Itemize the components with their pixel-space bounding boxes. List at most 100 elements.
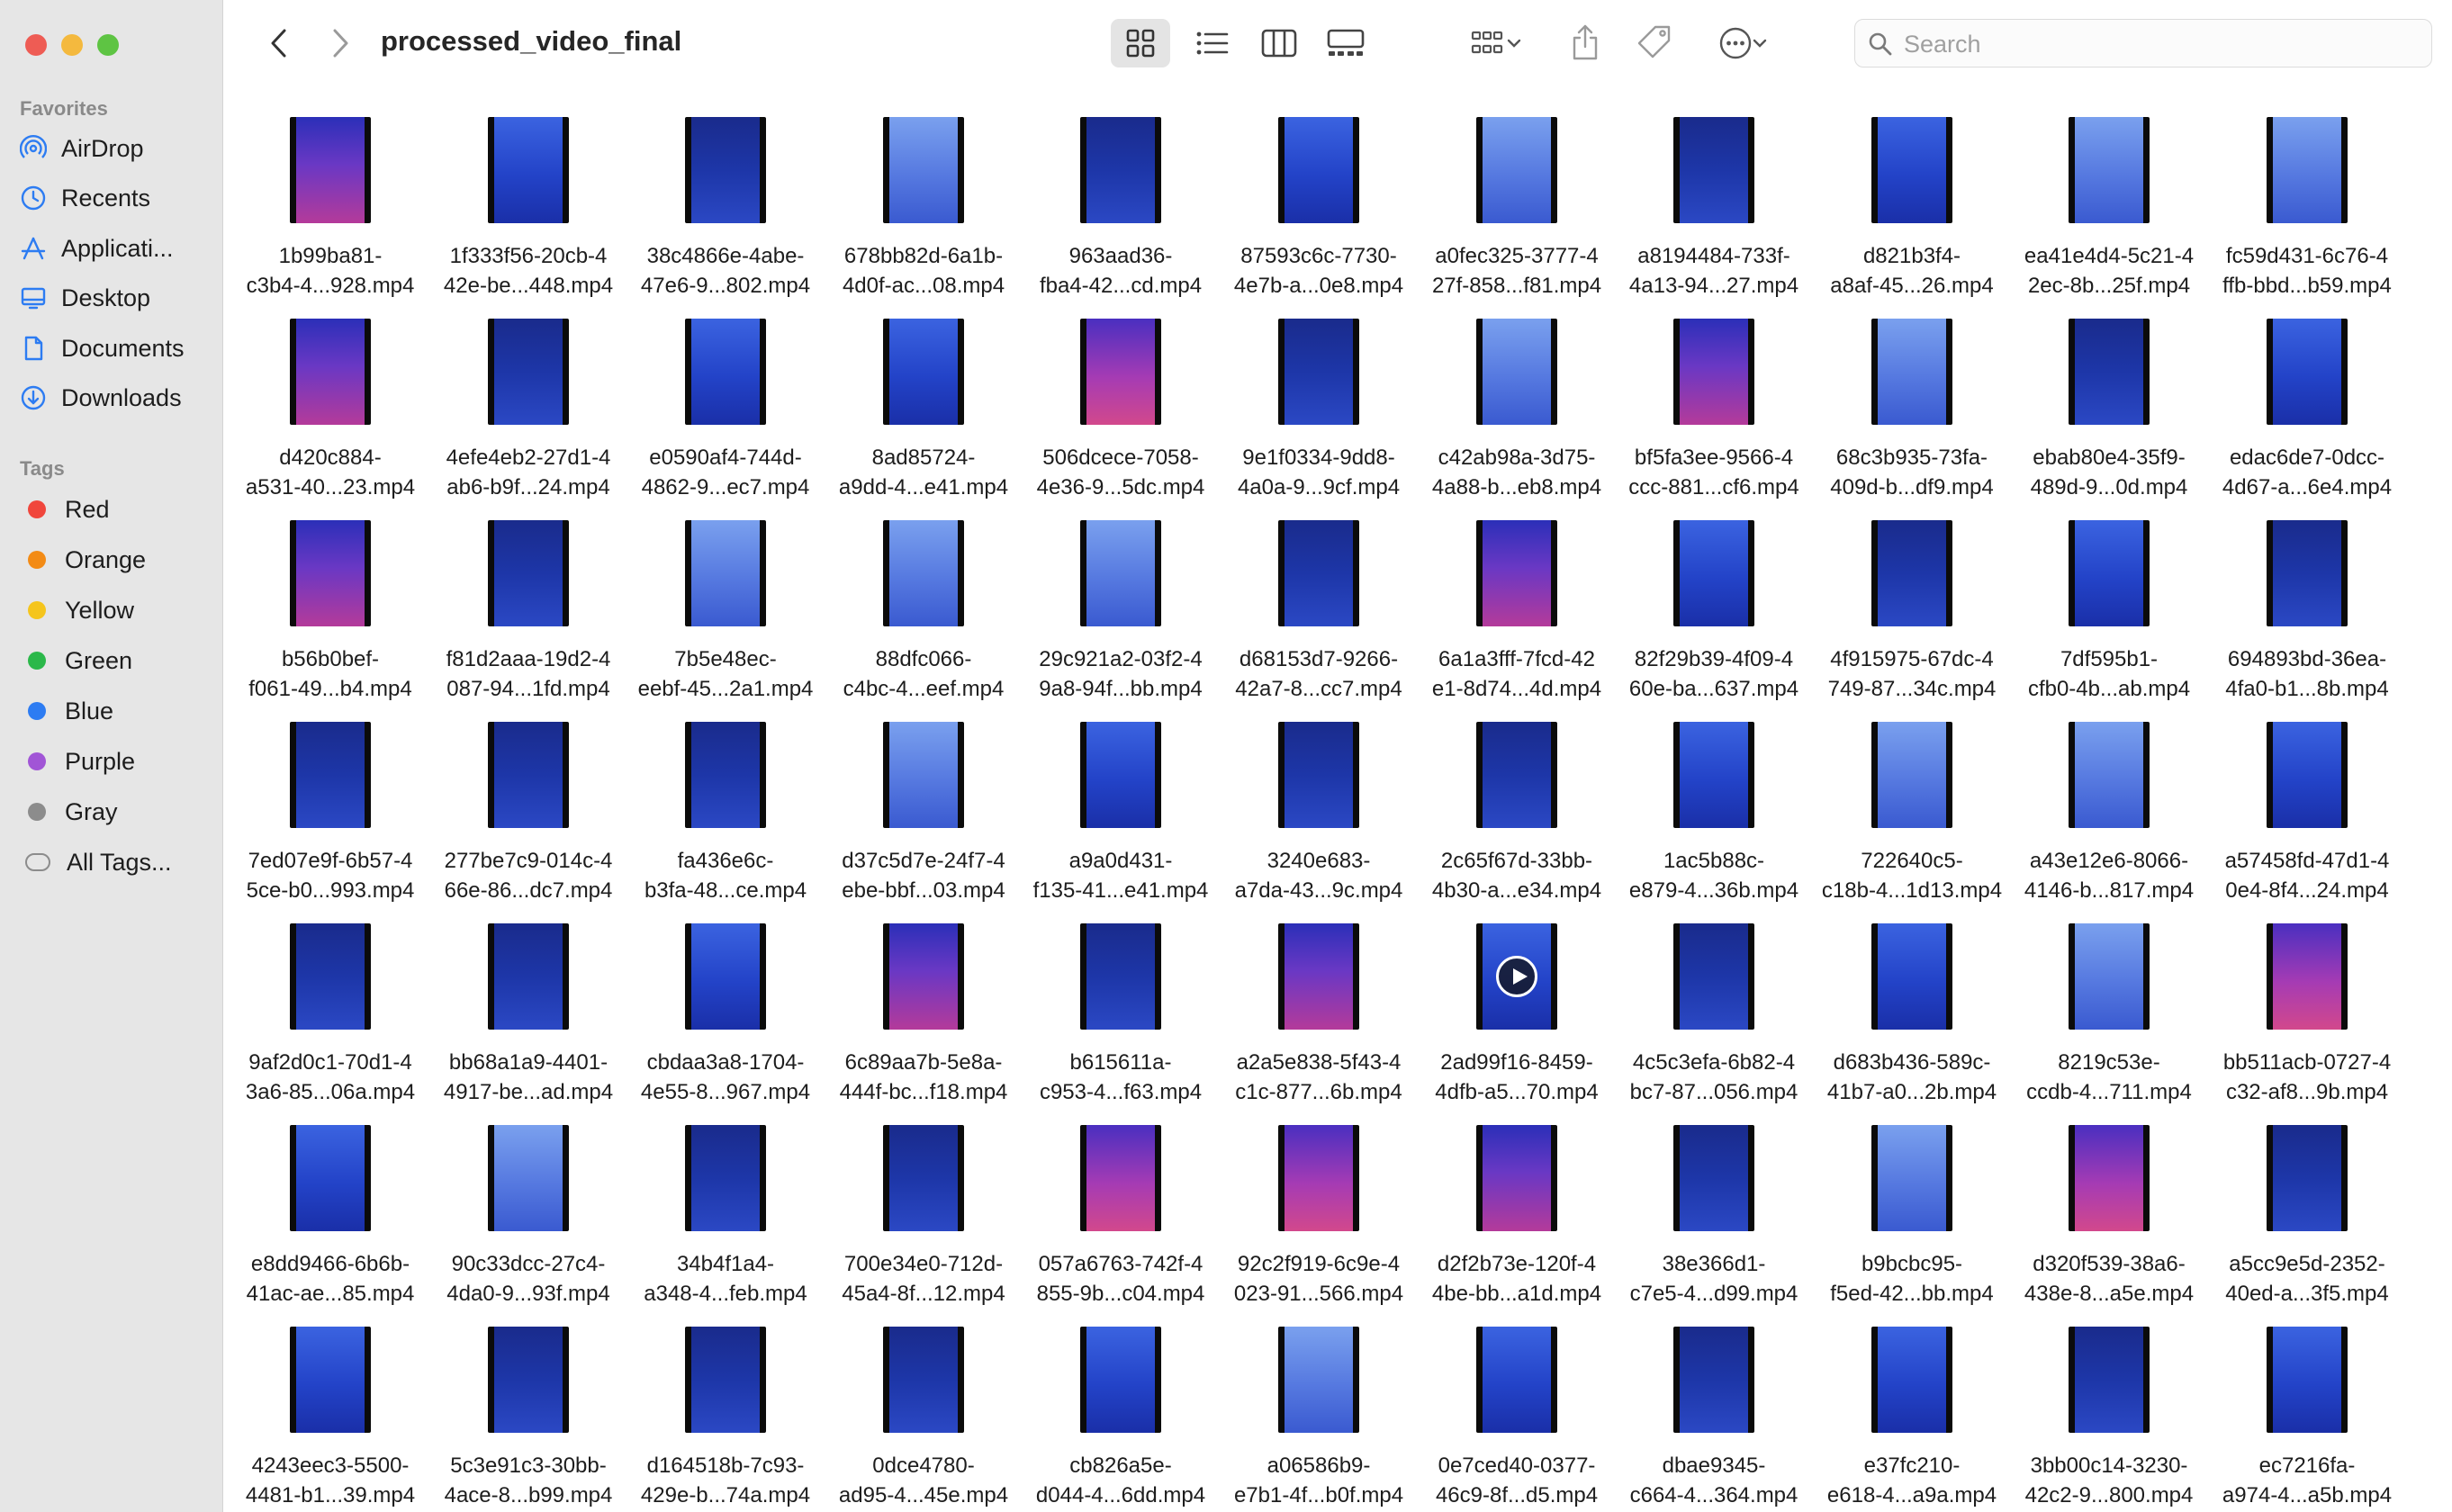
group-by-button[interactable] <box>1458 19 1534 68</box>
sidebar-tag-gray[interactable]: Gray <box>18 791 212 832</box>
sidebar-item-airdrop[interactable]: AirDrop <box>18 128 212 169</box>
forward-button[interactable] <box>320 23 360 63</box>
file-item[interactable]: 68c3b935-73fa- 409d-b...df9.mp4 <box>1813 292 2011 500</box>
file-item[interactable]: 4efe4eb2-27d1-4 ab6-b9f...24.mp4 <box>429 292 627 500</box>
sidebar-item-documents[interactable]: Documents <box>18 328 212 369</box>
file-item[interactable]: f81d2aaa-19d2-4 087-94...1fd.mp4 <box>429 493 627 701</box>
sidebar-tag-green[interactable]: Green <box>18 640 212 681</box>
file-item[interactable]: e0590af4-744d- 4862-9...ec7.mp4 <box>627 292 825 500</box>
tag-button[interactable] <box>1631 18 1678 67</box>
file-item[interactable]: 963aad36- fba4-42...cd.mp4 <box>1022 90 1220 298</box>
file-item[interactable]: cbdaa3a8-1704- 4e55-8...967.mp4 <box>627 896 825 1104</box>
file-item[interactable]: ebab80e4-35f9- 489d-9...0d.mp4 <box>2010 292 2208 500</box>
file-item[interactable]: 2ad99f16-8459- 4dfb-a5...70.mp4 <box>1418 896 1616 1104</box>
sidebar-tag-purple[interactable]: Purple <box>18 741 212 782</box>
file-item[interactable]: d68153d7-9266- 42a7-8...cc7.mp4 <box>1220 493 1418 701</box>
file-item[interactable]: 8ad85724- a9dd-4...e41.mp4 <box>825 292 1023 500</box>
file-item[interactable]: bb68a1a9-4401- 4917-be...ad.mp4 <box>429 896 627 1104</box>
sidebar-tag-yellow[interactable]: Yellow <box>18 590 212 631</box>
file-item[interactable]: 38e366d1- c7e5-4...d99.mp4 <box>1615 1098 1813 1306</box>
file-item[interactable]: 29c921a2-03f2-4 9a8-94f...bb.mp4 <box>1022 493 1220 701</box>
file-item[interactable]: d683b436-589c- 41b7-a0...2b.mp4 <box>1813 896 2011 1104</box>
file-item[interactable]: 87593c6c-7730- 4e7b-a...0e8.mp4 <box>1220 90 1418 298</box>
file-item[interactable]: 700e34e0-712d- 45a4-8f...12.mp4 <box>825 1098 1023 1306</box>
file-item[interactable]: e37fc210- e618-4...a9a.mp4 <box>1813 1300 2011 1508</box>
file-item[interactable]: bf5fa3ee-9566-4 ccc-881...cf6.mp4 <box>1615 292 1813 500</box>
list-view-button[interactable] <box>1183 19 1242 68</box>
sidebar-tag-blue[interactable]: Blue <box>18 690 212 732</box>
file-item[interactable]: 0dce4780- ad95-4...45e.mp4 <box>825 1300 1023 1508</box>
file-item[interactable]: a5cc9e5d-2352- 40ed-a...3f5.mp4 <box>2208 1098 2406 1306</box>
file-item[interactable]: 3bb00c14-3230- 42c2-9...800.mp4 <box>2010 1300 2208 1508</box>
file-item[interactable]: 34b4f1a4- a348-4...feb.mp4 <box>627 1098 825 1306</box>
file-item[interactable]: 506dcece-7058- 4e36-9...5dc.mp4 <box>1022 292 1220 500</box>
file-item[interactable]: 6a1a3fff-7fcd-42 e1-8d74...4d.mp4 <box>1418 493 1616 701</box>
file-item[interactable]: e8dd9466-6b6b- 41ac-ae...85.mp4 <box>231 1098 429 1306</box>
file-item[interactable]: 82f29b39-4f09-4 60e-ba...637.mp4 <box>1615 493 1813 701</box>
column-view-button[interactable] <box>1249 19 1309 68</box>
file-item[interactable]: a8194484-733f- 4a13-94...27.mp4 <box>1615 90 1813 298</box>
file-item[interactable]: 90c33dcc-27c4- 4da0-9...93f.mp4 <box>429 1098 627 1306</box>
file-item[interactable]: 9e1f0334-9dd8- 4a0a-9...9cf.mp4 <box>1220 292 1418 500</box>
file-item[interactable]: dbae9345- c664-4...364.mp4 <box>1615 1300 1813 1508</box>
minimize-window-button[interactable] <box>61 34 83 56</box>
share-button[interactable] <box>1563 16 1608 68</box>
file-item[interactable]: d320f539-38a6- 438e-8...a5e.mp4 <box>2010 1098 2208 1306</box>
file-item[interactable]: fc59d431-6c76-4 ffb-bbd...b59.mp4 <box>2208 90 2406 298</box>
sidebar-tag-orange[interactable]: Orange <box>18 539 212 580</box>
more-actions-button[interactable] <box>1705 19 1780 68</box>
file-item[interactable]: 5c3e91c3-30bb- 4ace-8...b99.mp4 <box>429 1300 627 1508</box>
file-item[interactable]: d2f2b73e-120f-4 4be-bb...a1d.mp4 <box>1418 1098 1616 1306</box>
file-item[interactable]: b9bcbc95- f5ed-42...bb.mp4 <box>1813 1098 2011 1306</box>
file-item[interactable]: 694893bd-36ea- 4fa0-b1...8b.mp4 <box>2208 493 2406 701</box>
file-item[interactable]: a9a0d431- f135-41...e41.mp4 <box>1022 695 1220 903</box>
file-item[interactable]: b56b0bef-f061-49...b4.mp4 <box>231 493 429 701</box>
file-item[interactable]: d821b3f4- a8af-45...26.mp4 <box>1813 90 2011 298</box>
sidebar-tag-alltags[interactable]: All Tags... <box>18 842 212 883</box>
file-item[interactable]: d420c884- a531-40...23.mp4 <box>231 292 429 500</box>
file-item[interactable]: ec7216fa-a974-4...a5b.mp4 <box>2208 1300 2406 1508</box>
file-item[interactable]: ea41e4d4-5c21-4 2ec-8b...25f.mp4 <box>2010 90 2208 298</box>
file-item[interactable]: cb826a5e-d044-4...6dd.mp4 <box>1022 1300 1220 1508</box>
sidebar-item-desktop[interactable]: Desktop <box>18 277 212 319</box>
search-field[interactable] <box>1854 19 2432 68</box>
file-item[interactable]: 277be7c9-014c-4 66e-86...dc7.mp4 <box>429 695 627 903</box>
search-input[interactable] <box>1902 27 2410 61</box>
file-item[interactable]: b615611a-c953-4...f63.mp4 <box>1022 896 1220 1104</box>
file-item[interactable]: 9af2d0c1-70d1-4 3a6-85...06a.mp4 <box>231 896 429 1104</box>
file-item[interactable]: 4c5c3efa-6b82-4 bc7-87...056.mp4 <box>1615 896 1813 1104</box>
file-item[interactable]: edac6de7-0dcc- 4d67-a...6e4.mp4 <box>2208 292 2406 500</box>
gallery-view-button[interactable] <box>1316 19 1375 68</box>
play-icon[interactable] <box>1496 956 1537 997</box>
file-item[interactable]: 8219c53e-ccdb-4...711.mp4 <box>2010 896 2208 1104</box>
back-button[interactable] <box>259 23 299 63</box>
file-item[interactable]: a06586b9- e7b1-4f...b0f.mp4 <box>1220 1300 1418 1508</box>
file-item[interactable]: 6c89aa7b-5e8a- 444f-bc...f18.mp4 <box>825 896 1023 1104</box>
file-item[interactable]: a57458fd-47d1-4 0e4-8f4...24.mp4 <box>2208 695 2406 903</box>
file-item[interactable]: fa436e6c-b3fa-48...ce.mp4 <box>627 695 825 903</box>
file-item[interactable]: d37c5d7e-24f7-4 ebe-bbf...03.mp4 <box>825 695 1023 903</box>
sidebar-item-applicati[interactable]: Applicati... <box>18 228 212 269</box>
sidebar-item-downloads[interactable]: Downloads <box>18 377 212 418</box>
file-item[interactable]: 1f333f56-20cb-4 42e-be...448.mp4 <box>429 90 627 298</box>
file-item[interactable]: 057a6763-742f-4 855-9b...c04.mp4 <box>1022 1098 1220 1306</box>
sidebar-tag-red[interactable]: Red <box>18 489 212 530</box>
sidebar-item-recents[interactable]: Recents <box>18 177 212 219</box>
file-item[interactable]: 4f915975-67dc-4 749-87...34c.mp4 <box>1813 493 2011 701</box>
close-window-button[interactable] <box>25 34 47 56</box>
file-item[interactable]: 7b5e48ec-eebf-45...2a1.mp4 <box>627 493 825 701</box>
file-item[interactable]: 722640c5- c18b-4...1d13.mp4 <box>1813 695 2011 903</box>
file-item[interactable]: d164518b-7c93- 429e-b...74a.mp4 <box>627 1300 825 1508</box>
file-item[interactable]: a2a5e838-5f43-4 c1c-877...6b.mp4 <box>1220 896 1418 1104</box>
file-item[interactable]: 38c4866e-4abe- 47e6-9...802.mp4 <box>627 90 825 298</box>
file-item[interactable]: c42ab98a-3d75- 4a88-b...eb8.mp4 <box>1418 292 1616 500</box>
file-item[interactable]: 7df595b1- cfb0-4b...ab.mp4 <box>2010 493 2208 701</box>
file-item[interactable]: 1ac5b88c-e879-4...36b.mp4 <box>1615 695 1813 903</box>
file-item[interactable]: a0fec325-3777-4 27f-858...f81.mp4 <box>1418 90 1616 298</box>
file-item[interactable]: 4243eec3-5500- 4481-b1...39.mp4 <box>231 1300 429 1508</box>
file-item[interactable]: 92c2f919-6c9e-4 023-91...566.mp4 <box>1220 1098 1418 1306</box>
zoom-window-button[interactable] <box>97 34 119 56</box>
file-item[interactable]: bb511acb-0727-4 c32-af8...9b.mp4 <box>2208 896 2406 1104</box>
icon-view-button[interactable] <box>1111 19 1170 68</box>
file-item[interactable]: 3240e683- a7da-43...9c.mp4 <box>1220 695 1418 903</box>
